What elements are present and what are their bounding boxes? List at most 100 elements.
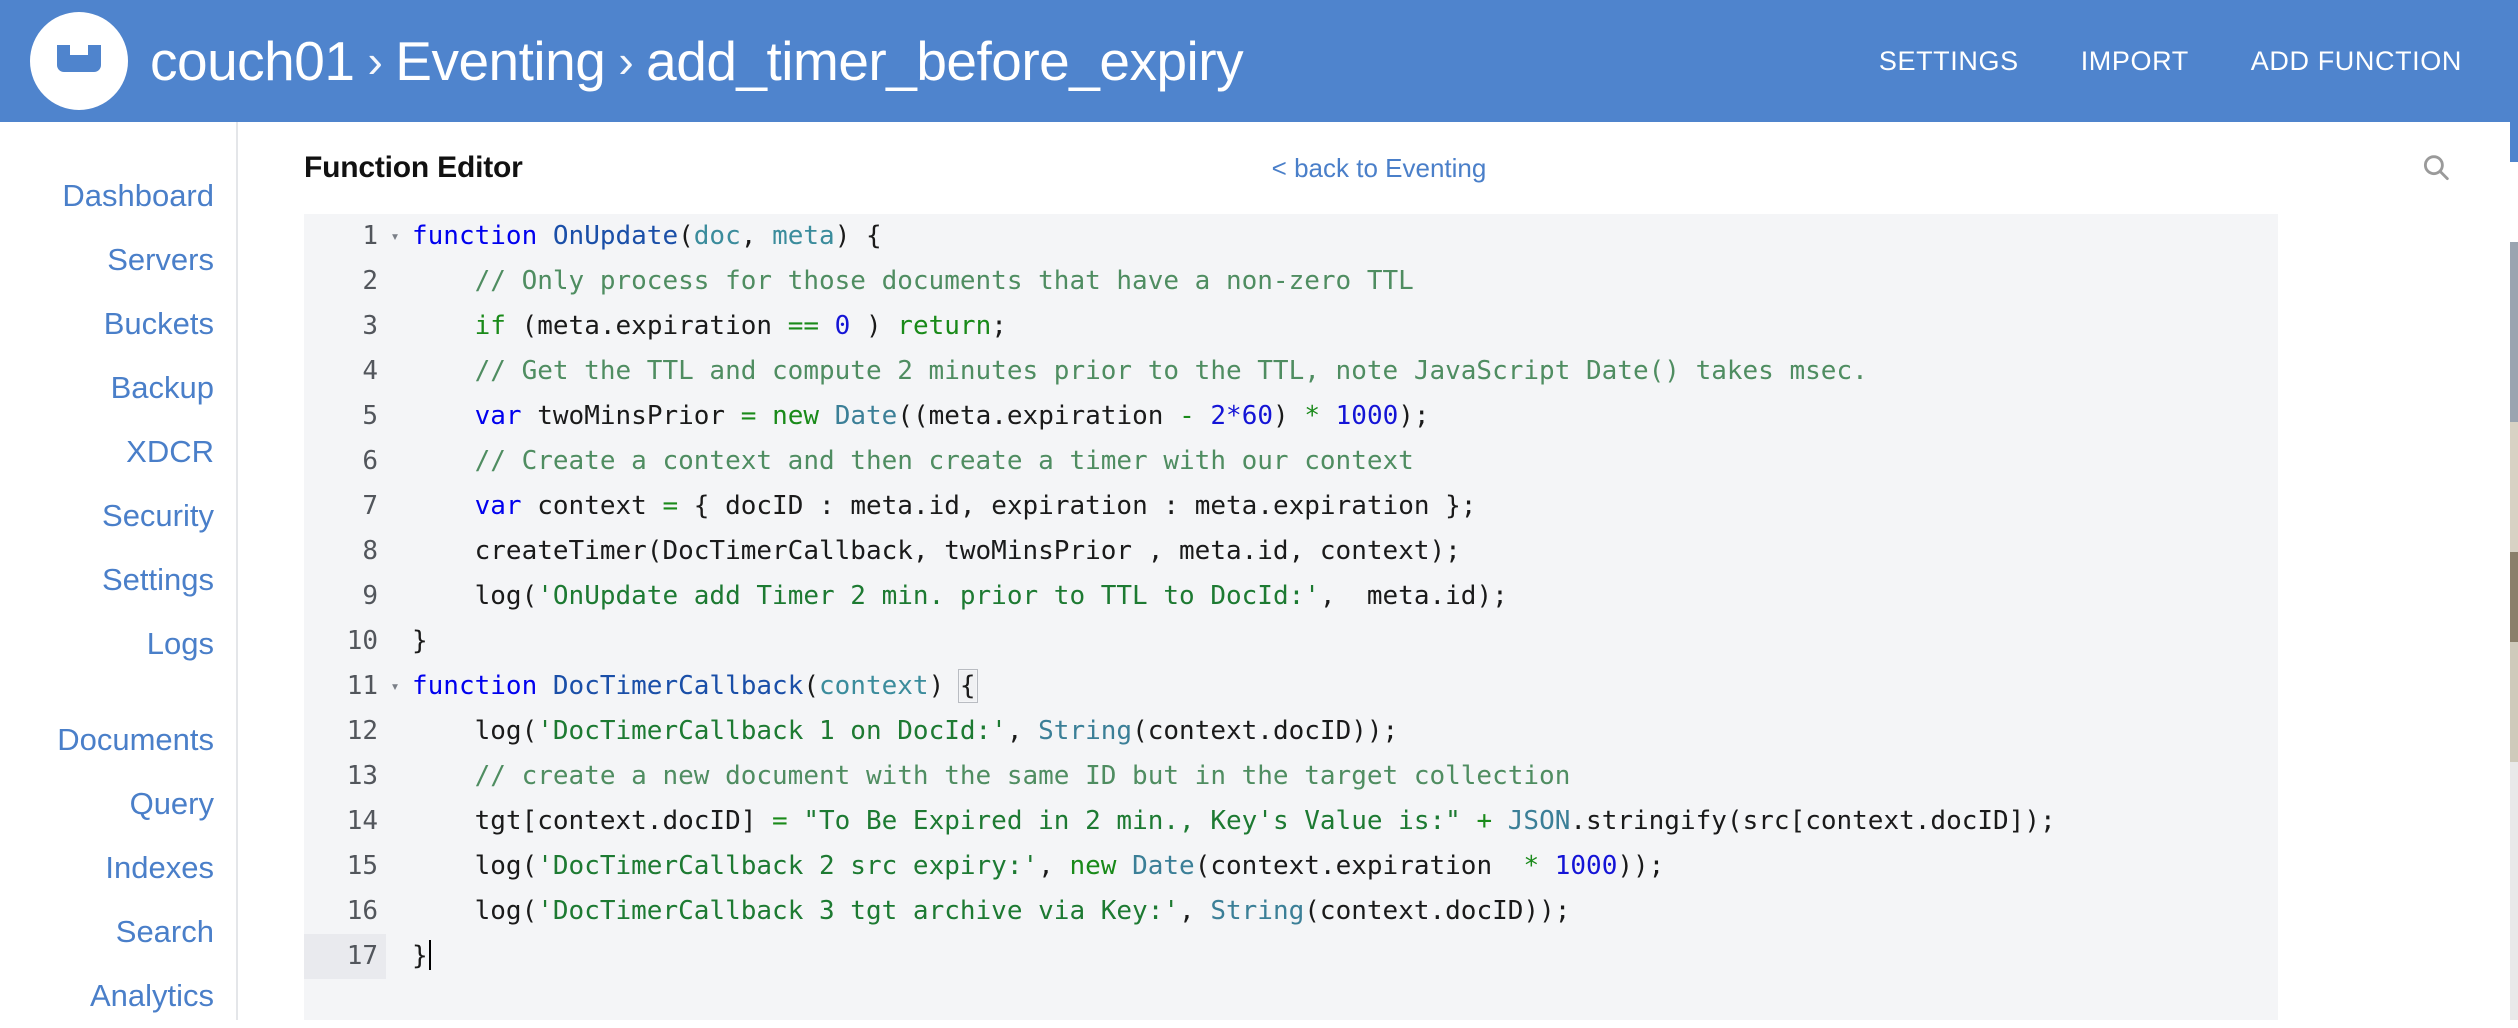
code-line[interactable]: 16 log('DocTimerCallback 3 tgt archive v… [304, 889, 2278, 934]
sidebar-item-analytics[interactable]: Analytics [0, 964, 236, 1028]
code-token: DocTimerCallback [552, 671, 804, 701]
code-line[interactable]: 4 // Get the TTL and compute 2 minutes p… [304, 349, 2278, 394]
code-line[interactable]: 9 log('OnUpdate add Timer 2 min. prior t… [304, 574, 2278, 619]
code-line-text: log('DocTimerCallback 3 tgt archive via … [386, 889, 2278, 934]
fold-triangle-icon[interactable]: ▾ [388, 214, 402, 259]
breadcrumb-section[interactable]: Eventing [395, 33, 606, 89]
add-function-button[interactable]: ADD FUNCTION [2251, 46, 2462, 77]
code-line[interactable]: 8 createTimer(DocTimerCallback, twoMinsP… [304, 529, 2278, 574]
code-token: == [787, 311, 820, 341]
line-number: 5 [362, 401, 378, 431]
sidebar-item-xdcr[interactable]: XDCR [0, 420, 236, 484]
sidebar-item-dashboard[interactable]: Dashboard [0, 164, 236, 228]
code-token: } [412, 941, 428, 971]
page-title: Function Editor [304, 151, 523, 184]
code-token: 'OnUpdate add Timer 2 min. prior to TTL … [537, 581, 1320, 611]
code-token: Date [834, 401, 898, 431]
code-line[interactable]: 2 // Only process for those documents th… [304, 259, 2278, 304]
code-token: // Create a context and then create a ti… [412, 446, 1414, 476]
code-token: , [740, 221, 773, 251]
sidebar-item-logs[interactable]: Logs [0, 612, 236, 676]
code-token: tgt[context.docID] [412, 806, 773, 836]
code-line-text: if (meta.expiration == 0 ) return; [386, 304, 2278, 349]
code-token: { [957, 669, 978, 703]
code-line[interactable]: 12 log('DocTimerCallback 1 on DocId:', S… [304, 709, 2278, 754]
breadcrumb-cluster[interactable]: couch01 [150, 33, 355, 89]
sidebar-item-documents[interactable]: Documents [0, 708, 236, 772]
code-token: - [1179, 401, 1195, 431]
breadcrumb-function[interactable]: add_timer_before_expiry [646, 33, 1243, 89]
code-line[interactable]: 14 tgt[context.docID] = "To Be Expired i… [304, 799, 2278, 844]
code-line-text: log('OnUpdate add Timer 2 min. prior to … [386, 574, 2278, 619]
code-line[interactable]: 10} [304, 619, 2278, 664]
sidebar: Dashboard Servers Buckets Backup XDCR Se… [0, 122, 238, 1020]
search-icon[interactable] [2414, 146, 2458, 190]
line-number: 9 [362, 581, 378, 611]
code-token: log( [412, 581, 538, 611]
import-button[interactable]: IMPORT [2081, 46, 2189, 77]
code-token: function [412, 221, 538, 251]
code-line[interactable]: 17} [304, 934, 2278, 979]
sidebar-item-indexes[interactable]: Indexes [0, 836, 236, 900]
back-to-eventing-link[interactable]: < back to Eventing [1272, 153, 1487, 184]
code-line-text: log('DocTimerCallback 2 src expiry:', ne… [386, 844, 2278, 889]
code-line[interactable]: 5 var twoMinsPrior = new Date((meta.expi… [304, 394, 2278, 439]
code-token: ( [803, 671, 819, 701]
sidebar-item-settings[interactable]: Settings [0, 548, 236, 612]
code-token: String [1038, 716, 1133, 746]
line-number: 15 [346, 851, 378, 881]
code-token: = [772, 806, 788, 836]
code-line[interactable]: 1 ▾ function OnUpdate(doc, meta) { [304, 214, 2278, 259]
sidebar-item-security[interactable]: Security [0, 484, 236, 548]
code-token: , [1038, 851, 1070, 881]
code-token: , [1006, 716, 1039, 746]
code-token: // create a new document with the same I… [412, 761, 1571, 791]
code-token: function [412, 671, 538, 701]
code-token: 0 [834, 311, 851, 341]
code-line[interactable]: 7 var context = { docID : meta.id, expir… [304, 484, 2278, 529]
code-token: ); [1398, 401, 1430, 431]
couchbase-logo-icon[interactable] [30, 12, 128, 110]
code-token: 1000 [1554, 851, 1618, 881]
sidebar-item-servers[interactable]: Servers [0, 228, 236, 292]
line-number: 3 [362, 311, 378, 341]
code-token: (context.docID)); [1132, 716, 1399, 746]
code-line[interactable]: 13 // create a new document with the sam… [304, 754, 2278, 799]
code-token: createTimer(DocTimerCallback, twoMinsPri… [412, 536, 1461, 566]
line-number: 14 [346, 806, 378, 836]
code-token: // Only process for those documents that… [412, 266, 1414, 296]
code-token: ( [678, 221, 694, 251]
code-token: (context.docID)); [1304, 896, 1571, 926]
code-token: ) [850, 311, 898, 341]
sidebar-item-query[interactable]: Query [0, 772, 236, 836]
line-number: 10 [346, 626, 378, 656]
code-token: new [1069, 851, 1117, 881]
text-cursor [428, 940, 431, 970]
code-token: var [474, 401, 522, 431]
code-token: * [1523, 851, 1540, 881]
code-line-text: } [386, 934, 2278, 979]
code-token: return [897, 311, 992, 341]
code-line[interactable]: 3 if (meta.expiration == 0 ) return; [304, 304, 2278, 349]
code-token: ) { [834, 221, 882, 251]
line-number: 17 [304, 934, 386, 979]
code-line[interactable]: 15 log('DocTimerCallback 2 src expiry:',… [304, 844, 2278, 889]
code-token: ((meta.expiration [897, 401, 1180, 431]
sidebar-item-buckets[interactable]: Buckets [0, 292, 236, 356]
settings-button[interactable]: SETTINGS [1879, 46, 2019, 77]
sidebar-item-search[interactable]: Search [0, 900, 236, 964]
code-line[interactable]: 11 ▾ function DocTimerCallback(context) { [304, 664, 2278, 709]
code-line[interactable]: 6 // Create a context and then create a … [304, 439, 2278, 484]
code-editor[interactable]: 1 ▾ function OnUpdate(doc, meta) {2 // Onl… [304, 214, 2278, 1020]
code-token: log( [412, 716, 538, 746]
code-token: meta [772, 221, 835, 251]
fold-triangle-icon[interactable]: ▾ [388, 664, 402, 709]
sidebar-item-backup[interactable]: Backup [0, 356, 236, 420]
code-token: , meta.id); [1319, 581, 1508, 611]
